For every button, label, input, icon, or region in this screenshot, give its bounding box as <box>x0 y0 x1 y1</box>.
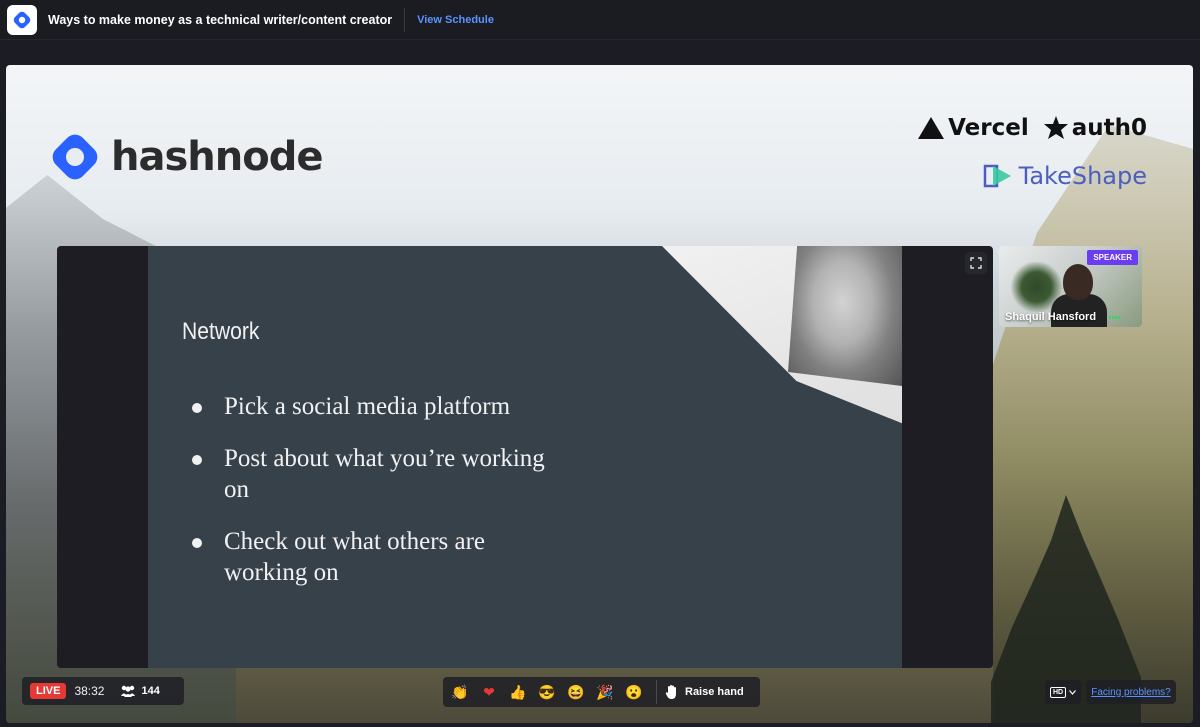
hd-label: HD <box>1049 686 1067 698</box>
hashnode-brand: hashnode <box>47 129 323 185</box>
audio-signal-icon <box>1109 316 1120 319</box>
divider <box>656 680 657 704</box>
divider <box>404 7 406 32</box>
expand-icon <box>970 257 982 269</box>
sponsor-vercel-label: Vercel <box>948 115 1029 141</box>
raise-hand-button[interactable]: Raise hand <box>665 684 744 700</box>
hashnode-logo-icon[interactable] <box>7 4 37 35</box>
hand-icon <box>665 685 676 699</box>
top-bar: Ways to make money as a technical writer… <box>0 0 1200 40</box>
live-badge: LIVE <box>30 683 67 699</box>
slide-bullet: Pick a social media platform <box>192 391 572 422</box>
heart-icon[interactable]: ❤ <box>477 680 501 704</box>
slide: Network Pick a social media platform Pos… <box>148 246 902 668</box>
wow-icon[interactable]: 😮 <box>622 680 646 704</box>
presentation-area: Network Pick a social media platform Pos… <box>57 246 993 668</box>
sponsor-row: Vercel auth0 <box>917 115 1147 141</box>
takeshape-logo-icon <box>983 164 1011 188</box>
live-status-bar: LIVE 38:32 144 <box>22 677 184 705</box>
video-quality-selector[interactable]: HD <box>1045 680 1081 704</box>
view-schedule-link[interactable]: View Schedule <box>417 14 494 26</box>
cool-face-icon[interactable]: 😎 <box>535 680 559 704</box>
slide-bullet: Check out what others are working on <box>192 526 572 588</box>
sponsor-auth0: auth0 <box>1043 115 1147 141</box>
event-title: Ways to make money as a technical writer… <box>48 12 393 27</box>
sponsor-takeshape: TakeShape <box>983 162 1147 190</box>
slide-portrait <box>788 246 902 386</box>
sponsor-vercel: Vercel <box>917 115 1029 141</box>
laugh-face-icon[interactable]: 😆 <box>564 680 588 704</box>
attendee-count-label: 144 <box>141 685 160 697</box>
slide-bullet: Post about what you’re working on <box>192 443 572 505</box>
reactions-bar: 👏 ❤ 👍 😎 😆 🎉 😮 Raise hand <box>443 677 760 707</box>
hashnode-wordmark: hashnode <box>111 134 323 180</box>
people-icon <box>121 685 136 697</box>
speaker-video-tile[interactable]: SPEAKER Shaquil Hansford <box>999 246 1142 327</box>
live-timer: 38:32 <box>74 684 105 698</box>
sponsor-auth0-label: auth0 <box>1071 115 1147 141</box>
slide-bullet-list: Pick a social media platform Post about … <box>192 391 572 609</box>
thumbs-up-icon[interactable]: 👍 <box>506 680 530 704</box>
party-icon[interactable]: 🎉 <box>593 680 617 704</box>
speaker-badge: SPEAKER <box>1087 250 1138 265</box>
takeshape-wordmark: TakeShape <box>1018 162 1147 190</box>
facing-problems-link[interactable]: Facing problems? <box>1086 680 1176 704</box>
chevron-down-icon <box>1069 689 1077 695</box>
auth0-star-icon <box>1043 116 1068 139</box>
attendee-count[interactable]: 144 <box>120 685 160 697</box>
clap-icon[interactable]: 👏 <box>448 680 472 704</box>
raise-hand-label: Raise hand <box>685 686 744 698</box>
speaker-head <box>1063 264 1093 300</box>
fullscreen-button[interactable] <box>965 252 987 274</box>
stage-background: hashnode Vercel auth0 TakeShape Network <box>6 65 1193 723</box>
slide-heading: Network <box>182 318 260 345</box>
hashnode-logo-icon <box>52 134 98 180</box>
vercel-triangle-icon <box>918 117 945 139</box>
speaker-name: Shaquil Hansford <box>1005 311 1097 323</box>
